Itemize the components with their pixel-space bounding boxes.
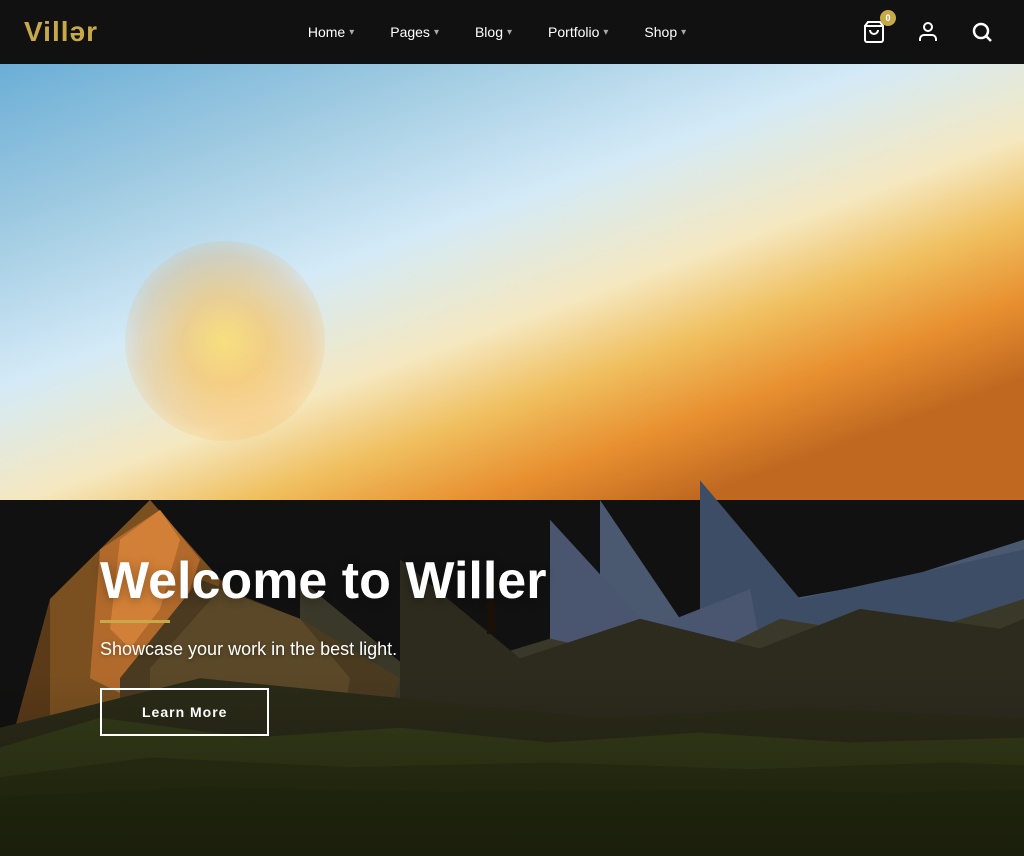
nav-item-shop[interactable]: Shop ▾	[630, 16, 700, 48]
cart-badge: 0	[880, 10, 896, 26]
logo[interactable]: Villər	[24, 16, 98, 48]
logo-prefix: Vill	[24, 16, 70, 47]
navbar: Villər Home ▾ Pages ▾ Blog ▾ Portfolio ▾…	[0, 0, 1024, 64]
learn-more-button[interactable]: Learn More	[100, 688, 269, 736]
hero-overlay: Welcome to Willer Showcase your work in …	[0, 553, 1024, 856]
chevron-down-icon: ▾	[507, 27, 512, 38]
hero-divider	[100, 620, 170, 623]
nav-icons: 0	[856, 14, 1000, 50]
chevron-down-icon: ▾	[349, 27, 354, 38]
nav-item-pages[interactable]: Pages ▾	[376, 16, 453, 48]
logo-accent: ə	[70, 16, 87, 47]
logo-suffix: r	[86, 16, 98, 47]
nav-item-blog[interactable]: Blog ▾	[461, 16, 526, 48]
nav-links: Home ▾ Pages ▾ Blog ▾ Portfolio ▾ Shop ▾	[138, 16, 856, 48]
chevron-down-icon: ▾	[681, 27, 686, 38]
hero-subtitle: Showcase your work in the best light.	[100, 639, 1024, 660]
nav-item-home[interactable]: Home ▾	[294, 16, 368, 48]
hero-section: Welcome to Willer Showcase your work in …	[0, 64, 1024, 856]
user-button[interactable]	[910, 14, 946, 50]
search-button[interactable]	[964, 14, 1000, 50]
nav-item-portfolio[interactable]: Portfolio ▾	[534, 16, 622, 48]
hero-title: Welcome to Willer	[100, 553, 1024, 610]
cart-button[interactable]: 0	[856, 14, 892, 50]
chevron-down-icon: ▾	[603, 27, 608, 38]
chevron-down-icon: ▾	[434, 27, 439, 38]
